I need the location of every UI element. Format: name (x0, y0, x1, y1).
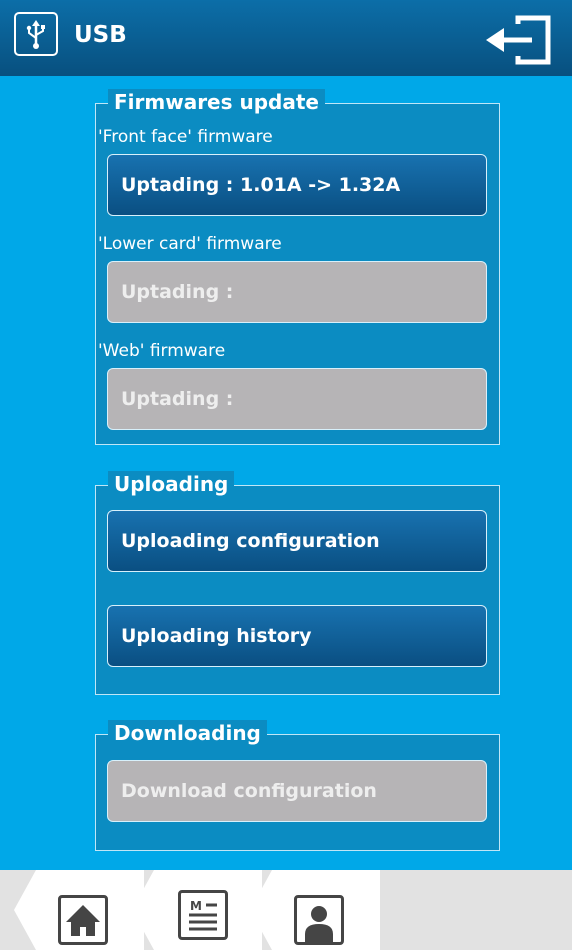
firmware-update-title: Firmwares update (108, 89, 325, 115)
lower-card-firmware-label: 'Lower card' firmware (98, 234, 282, 254)
menu-icon: M (178, 890, 228, 940)
user-icon (294, 895, 344, 945)
lower-card-update-button[interactable]: Uptading : (107, 261, 487, 323)
downloading-panel: Downloading Download configuration (95, 720, 500, 851)
header-bar: USB (0, 0, 572, 76)
download-configuration-button[interactable]: Download configuration (107, 760, 487, 822)
front-face-firmware-label: 'Front face' firmware (98, 127, 273, 147)
firmware-update-panel: Firmwares update 'Front face' firmware U… (95, 89, 500, 445)
front-face-update-button[interactable]: Uptading : 1.01A -> 1.32A (107, 154, 487, 216)
bottom-nav-bar: M (0, 870, 572, 950)
home-icon (58, 895, 108, 945)
nav-home-tab[interactable] (14, 870, 144, 950)
nav-user-tab[interactable] (250, 870, 380, 950)
downloading-title: Downloading (108, 720, 267, 746)
web-firmware-label: 'Web' firmware (98, 341, 226, 361)
uploading-title: Uploading (108, 471, 235, 497)
uploading-panel: Uploading Uploading configuration Upload… (95, 471, 500, 695)
uploading-history-button[interactable]: Uploading history (107, 605, 487, 667)
usb-icon (14, 12, 58, 56)
uploading-configuration-button[interactable]: Uploading configuration (107, 510, 487, 572)
logout-icon[interactable] (482, 10, 554, 70)
web-update-button[interactable]: Uptading : (107, 368, 487, 430)
page-title: USB (74, 22, 127, 48)
nav-menu-tab[interactable]: M (132, 870, 262, 950)
svg-text:M: M (190, 899, 202, 913)
